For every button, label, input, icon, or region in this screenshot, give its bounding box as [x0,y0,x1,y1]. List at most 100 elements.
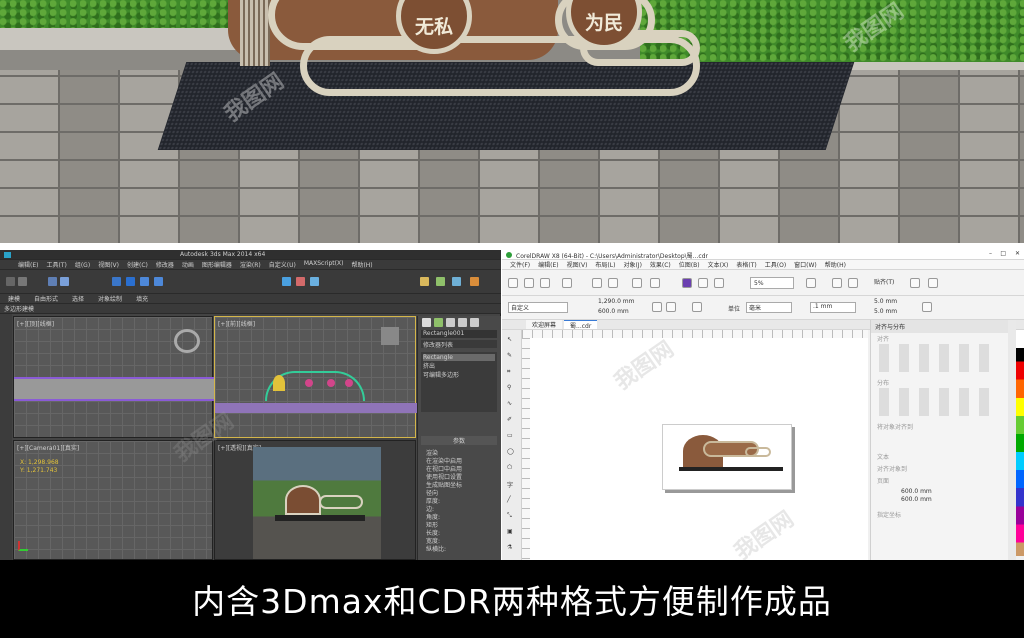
scale-icon[interactable] [154,277,163,286]
cdr-menu-item[interactable]: 对象(J) [623,260,641,269]
max-menu-item[interactable]: 视图(V) [98,260,119,269]
max-menu-item[interactable]: MAXScript(X) [304,260,344,269]
angle-snap-icon[interactable] [296,277,305,286]
max-menu-item[interactable]: 编辑(E) [18,260,38,269]
max-menu-item[interactable]: 工具(T) [46,260,66,269]
parallel-dimension-icon[interactable]: ╱ [507,496,511,503]
max-menu-item[interactable]: 帮助(H) [351,260,372,269]
units-select[interactable]: 毫米 [746,302,792,313]
cdr-menu-item[interactable]: 文本(X) [708,260,729,269]
param-item[interactable]: 矩形 [426,522,462,530]
viewport-perspective[interactable]: [+][透视][真实] [214,440,416,560]
duplicate-x-field[interactable]: 5.0 mm [874,298,897,305]
redo-icon[interactable] [18,277,27,286]
nudge-field[interactable]: .1 mm [810,302,856,313]
distribute-buttons[interactable] [879,388,999,416]
modify-tab-icon[interactable] [434,318,443,327]
object-name-field[interactable]: Rectangle001 [421,330,497,338]
cdr-menu-item[interactable]: 位图(B) [679,260,700,269]
pick-tool-icon[interactable]: ↖ [507,336,512,343]
unlink-icon[interactable] [60,277,69,286]
width-field[interactable]: 1,290.0 mm [598,298,635,305]
wireframe-icon[interactable] [832,278,842,288]
export-icon[interactable] [714,278,724,288]
stack-item[interactable]: 挤出 [423,361,495,370]
full-screen-icon[interactable] [806,278,816,288]
modifier-stack[interactable]: Rectangle 挤出 可编辑多边形 [421,352,497,412]
rectangle-tool-icon[interactable]: ▭ [507,432,513,439]
landscape-icon[interactable] [666,302,676,312]
portrait-icon[interactable] [652,302,662,312]
viewport-top[interactable]: [+][顶][线框] [13,316,214,438]
cdr-menu-item[interactable]: 工具(O) [765,260,786,269]
select-icon[interactable] [112,277,121,286]
snap-to-button[interactable]: 贴齐(T) [874,278,894,288]
undo-icon[interactable] [6,277,15,286]
create-tab-icon[interactable] [422,318,431,327]
align-buttons[interactable] [879,344,999,372]
link-icon[interactable] [48,277,57,286]
color-palette[interactable] [1016,330,1024,556]
drawing-canvas[interactable]: 我图网 我图网 [530,337,868,565]
mirror-icon[interactable] [310,277,319,286]
move-icon[interactable] [126,277,135,286]
param-item[interactable]: 生成贴图坐标 [426,482,462,490]
polygon-tool-icon[interactable]: ⬠ [507,464,512,471]
ribbon-tab[interactable]: 选择 [72,294,84,303]
copy-icon[interactable] [608,278,618,288]
max-menu-item[interactable]: 渲染(R) [240,260,261,269]
text-tool-icon[interactable]: 字 [507,480,513,489]
render-setup-icon[interactable] [436,277,445,286]
save-icon[interactable] [540,278,550,288]
vertical-ruler[interactable] [522,338,530,560]
cdr-menu-item[interactable]: 视图(V) [567,260,588,269]
motion-tab-icon[interactable] [458,318,467,327]
ribbon-tab[interactable]: 自由形式 [34,294,58,303]
cdr-menu-item[interactable]: 布局(L) [595,260,615,269]
stack-item[interactable]: 可编辑多边形 [423,370,495,379]
parameters-rollout[interactable]: 参数 [421,436,497,445]
stack-item[interactable]: Rectangle [423,354,495,361]
close-icon[interactable]: ✕ [1015,250,1020,257]
new-doc-icon[interactable] [508,278,518,288]
redo-icon[interactable] [650,278,660,288]
render-icon[interactable] [452,277,461,286]
tab-document[interactable]: 蜀...cdr [564,320,598,330]
drop-shadow-icon[interactable]: ▣ [507,528,513,535]
eyedropper-icon[interactable]: ⚗ [507,544,512,551]
display-tab-icon[interactable] [470,318,479,327]
ribbon-tab[interactable]: 对象绘制 [98,294,122,303]
height-field[interactable]: 600.0 mm [598,308,629,315]
options-icon[interactable] [910,278,920,288]
hierarchy-tab-icon[interactable] [446,318,455,327]
duplicate-y-field[interactable]: 5.0 mm [874,308,897,315]
cut-icon[interactable] [592,278,602,288]
zoom-tool-icon[interactable]: ⚲ [507,384,511,391]
print-icon[interactable] [562,278,572,288]
param-item[interactable]: 使用视口设置 [426,474,462,482]
coord-x-field[interactable]: 600.0 mm [901,488,932,495]
maximize-icon[interactable]: □ [1000,250,1006,257]
param-item[interactable]: 径向 [426,490,462,498]
rulers-icon[interactable] [848,278,858,288]
cdr-menu-item[interactable]: 编辑(E) [538,260,558,269]
max-menu-item[interactable]: 图形编辑器 [202,260,232,269]
connector-tool-icon[interactable]: ⤡ [507,512,512,520]
minimize-icon[interactable]: – [989,250,992,257]
horizontal-ruler[interactable] [522,330,868,338]
material-editor-icon[interactable] [420,277,429,286]
cdr-menu-item[interactable]: 窗口(W) [794,260,817,269]
search-content-icon[interactable] [682,278,692,288]
param-item[interactable]: 在渲染中启用 [426,458,462,466]
cdr-menu-item[interactable]: 文件(F) [510,260,530,269]
all-pages-icon[interactable] [692,302,702,312]
page-size-select[interactable]: 自定义 [508,302,568,313]
max-menu-item[interactable]: 自定义(U) [269,260,296,269]
cdr-menu-item[interactable]: 帮助(H) [825,260,846,269]
docker-tabs-strip[interactable] [1008,320,1016,560]
snap-icon[interactable] [282,277,291,286]
cdr-menu-item[interactable]: 效果(C) [650,260,671,269]
ribbon-tab[interactable]: 建模 [8,294,20,303]
max-menu-item[interactable]: 组(G) [75,260,90,269]
max-menu-item[interactable]: 修改器 [156,260,174,269]
